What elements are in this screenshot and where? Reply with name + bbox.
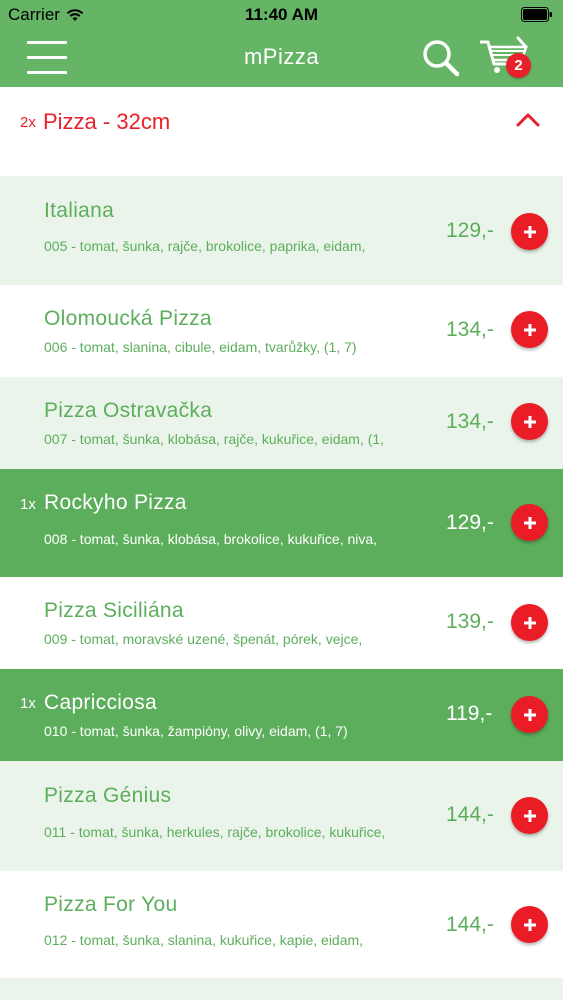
item-description: 005 - tomat, šunka, rajče, brokolice, pa… xyxy=(44,238,366,254)
item-name: Olomoucká Pizza xyxy=(44,307,212,330)
list-item-partial xyxy=(0,978,563,1000)
add-to-cart-button[interactable] xyxy=(511,604,548,641)
item-price: 144,- xyxy=(446,803,494,826)
item-price: 139,- xyxy=(446,610,494,633)
item-price: 134,- xyxy=(446,318,494,341)
item-price: 129,- xyxy=(446,511,494,534)
item-description: 007 - tomat, šunka, klobása, rajče, kuku… xyxy=(44,431,385,447)
status-time: 11:40 AM xyxy=(244,5,319,24)
item-description: 012 - tomat, šunka, slanina, kukuřice, k… xyxy=(44,932,364,948)
add-to-cart-button[interactable] xyxy=(511,504,548,541)
item-name: Pizza Génius xyxy=(44,784,172,807)
search-icon[interactable] xyxy=(420,38,462,78)
nav-bar: mPizza 2 xyxy=(0,30,563,87)
list-item[interactable]: Olomoucká Pizza 006 - tomat, slanina, ci… xyxy=(0,285,563,377)
item-price: 144,- xyxy=(446,913,494,936)
hamburger-icon-bar xyxy=(27,71,67,74)
status-bar: Carrier 11:40 AM xyxy=(0,0,563,30)
item-quantity: 1x xyxy=(20,695,36,712)
list-item[interactable]: 1x Capricciosa 010 - tomat, šunka, žampi… xyxy=(0,669,563,761)
item-price: 129,- xyxy=(446,219,494,242)
item-description: 010 - tomat, šunka, žampióny, olivy, eid… xyxy=(44,723,348,739)
item-name: Rockyho Pizza xyxy=(44,491,187,514)
item-name: Pizza For You xyxy=(44,893,178,916)
item-name: Pizza Siciliána xyxy=(44,599,184,622)
item-description: 009 - tomat, moravské uzené, špenát, pór… xyxy=(44,631,363,647)
chevron-up-icon[interactable] xyxy=(512,109,544,131)
item-description: 006 - tomat, slanina, cibule, eidam, tva… xyxy=(44,339,357,355)
item-name: Capricciosa xyxy=(44,691,158,714)
add-to-cart-button[interactable] xyxy=(511,797,548,834)
battery-icon xyxy=(521,7,552,22)
list-item[interactable]: Italiana 005 - tomat, šunka, rajče, brok… xyxy=(0,176,563,285)
list-item[interactable]: Pizza Génius 011 - tomat, šunka, herkule… xyxy=(0,761,563,871)
list-item[interactable]: 1x Rockyho Pizza 008 - tomat, šunka, klo… xyxy=(0,469,563,577)
category-quantity: 2x xyxy=(20,114,36,131)
item-name: Italiana xyxy=(44,199,115,222)
item-quantity: 1x xyxy=(20,496,36,513)
add-to-cart-button[interactable] xyxy=(511,403,548,440)
cart-count-badge: 2 xyxy=(506,53,531,78)
category-title: Pizza - 32cm xyxy=(43,109,171,134)
list-item[interactable]: Pizza Siciliána 009 - tomat, moravské uz… xyxy=(0,577,563,669)
category-header[interactable]: 2x Pizza - 32cm xyxy=(0,87,563,176)
add-to-cart-button[interactable] xyxy=(511,696,548,733)
add-to-cart-button[interactable] xyxy=(511,213,548,250)
add-to-cart-button[interactable] xyxy=(511,906,548,943)
add-to-cart-button[interactable] xyxy=(511,311,548,348)
item-price: 119,- xyxy=(446,702,493,725)
item-description: 008 - tomat, šunka, klobása, brokolice, … xyxy=(44,531,378,547)
list-item[interactable]: Pizza Ostravačka 007 - tomat, šunka, klo… xyxy=(0,377,563,469)
item-price: 134,- xyxy=(446,410,494,433)
item-description: 011 - tomat, šunka, herkules, rajče, bro… xyxy=(44,824,386,840)
list-item[interactable]: Pizza For You 012 - tomat, šunka, slanin… xyxy=(0,871,563,978)
item-name: Pizza Ostravačka xyxy=(44,399,213,422)
